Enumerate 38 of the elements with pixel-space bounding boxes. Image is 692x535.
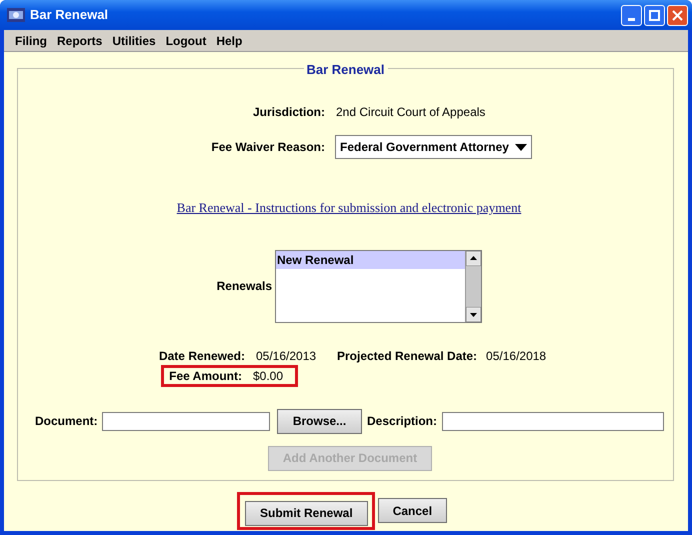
- field-value: $0.00: [253, 368, 284, 384]
- document-field[interactable]: [102, 412, 270, 430]
- window-title: Bar Renewal: [30, 6, 108, 24]
- field-label: Fee Waiver Reason:: [210, 139, 325, 156]
- list-item[interactable]: New Renewal: [276, 250, 465, 268]
- description-field[interactable]: [442, 412, 664, 430]
- app-icon: [7, 8, 25, 22]
- close-icon: [672, 10, 683, 20]
- maximize-icon: [649, 10, 660, 20]
- dropdown[interactable]: Federal Government Attorney: [335, 135, 532, 159]
- field-value: 05/16/2013: [256, 348, 318, 364]
- field-value: 05/16/2018: [486, 348, 546, 364]
- menu-item[interactable]: Reports: [52, 32, 108, 50]
- field-label: Document:: [35, 413, 97, 430]
- minimize-icon: [628, 18, 635, 20]
- renewals-list[interactable]: New Renewal: [275, 250, 482, 322]
- scroll-up-icon[interactable]: [466, 250, 481, 266]
- menu-item[interactable]: Utilities: [107, 32, 161, 50]
- caret-icon: [515, 144, 527, 150]
- instructions-link[interactable]: Bar Renewal - Instructions for submission and electronic payment: [176, 198, 522, 218]
- field-label: Date Renewed:: [158, 348, 245, 364]
- browse-button[interactable]: Browse...: [277, 408, 362, 434]
- field-label: Jurisdiction:: [252, 104, 325, 121]
- close-button[interactable]: [667, 4, 688, 26]
- scroll-down-icon[interactable]: [466, 306, 481, 322]
- scrollbar[interactable]: [465, 250, 481, 322]
- minimize-button[interactable]: [621, 4, 642, 26]
- menu-item[interactable]: Logout: [160, 32, 212, 50]
- field-label: Projected Renewal Date:: [337, 348, 478, 364]
- menu-item[interactable]: Filing: [10, 32, 52, 50]
- field-label: Description:: [367, 413, 436, 430]
- submit-button[interactable]: Submit Renewal: [245, 500, 368, 526]
- field-label: Renewals: [216, 278, 272, 295]
- field-value: 2nd Circuit Court of Appeals: [336, 104, 486, 121]
- field-label: Fee Amount:: [168, 368, 242, 384]
- cancel-button[interactable]: Cancel: [378, 498, 448, 523]
- menu-item[interactable]: Help: [211, 32, 248, 50]
- maximize-button[interactable]: [644, 4, 665, 26]
